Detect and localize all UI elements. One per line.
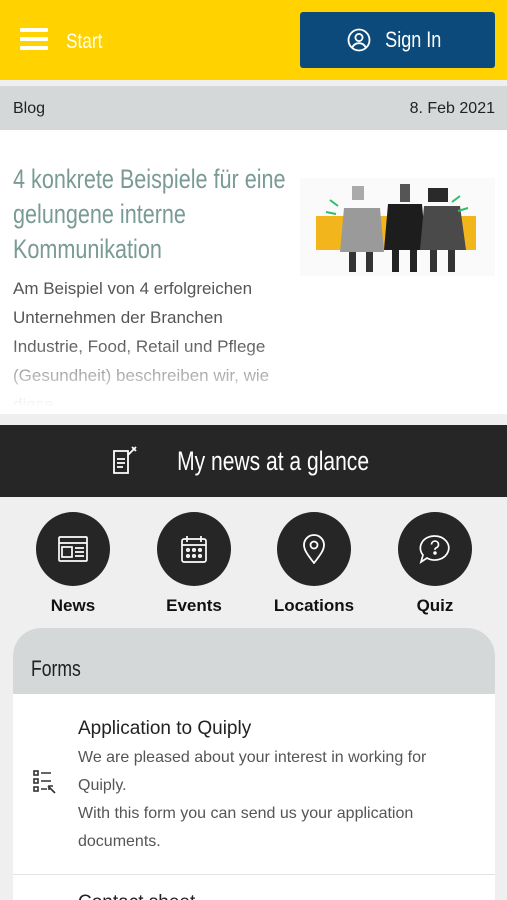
article-fade-overlay <box>0 340 320 414</box>
forms-card: Forms Application to Quiply We are pleas… <box>13 628 495 900</box>
user-circle-icon <box>347 28 371 52</box>
quick-nav-label: Locations <box>273 596 355 615</box>
forms-title: Forms <box>31 656 81 681</box>
forms-header: Forms <box>13 628 495 694</box>
quick-nav-quiz[interactable]: Quiz <box>375 512 495 616</box>
form-item-title: Application to Quiply <box>78 718 252 739</box>
news-at-a-glance-label: My news at a glance <box>177 445 370 476</box>
hamburger-menu-icon[interactable] <box>20 28 48 50</box>
news-edit-icon <box>113 446 138 474</box>
form-item-application[interactable]: Application to Quiply We are pleased abo… <box>13 694 495 874</box>
news-at-a-glance-bar[interactable]: My news at a glance <box>0 425 507 497</box>
news-icon <box>58 536 88 562</box>
page-title: Start <box>66 30 103 53</box>
calendar-icon <box>181 536 207 563</box>
blog-header: Blog 8. Feb 2021 <box>0 86 507 130</box>
form-divider <box>13 874 495 875</box>
quick-nav-label: Events <box>166 596 222 615</box>
form-checklist-icon <box>33 770 56 794</box>
quick-nav-label: News <box>50 596 96 615</box>
blog-article-card[interactable]: 4 konkrete Beispiele für eine gelungene … <box>0 130 507 414</box>
sign-in-label: Sign In <box>385 27 442 52</box>
blog-date: 8. Feb 2021 <box>409 100 495 117</box>
sign-in-button[interactable]: Sign In <box>300 12 495 68</box>
blog-section-label: Blog <box>13 100 46 117</box>
question-bubble-icon <box>419 535 450 564</box>
article-image <box>300 178 495 276</box>
form-item-description: We are pleased about your interest in wo… <box>78 749 427 850</box>
quick-nav-news[interactable]: News <box>13 512 133 616</box>
location-pin-icon <box>303 534 325 564</box>
top-bar: Start Sign In <box>0 0 507 80</box>
form-item-contact-title[interactable]: Contact sheet <box>78 892 195 900</box>
quick-nav-locations[interactable]: Locations <box>254 512 374 616</box>
article-title: 4 konkrete Beispiele für eine gelungene … <box>13 164 286 264</box>
quick-nav-label: Quiz <box>416 596 454 615</box>
quick-nav-events[interactable]: Events <box>134 512 254 616</box>
